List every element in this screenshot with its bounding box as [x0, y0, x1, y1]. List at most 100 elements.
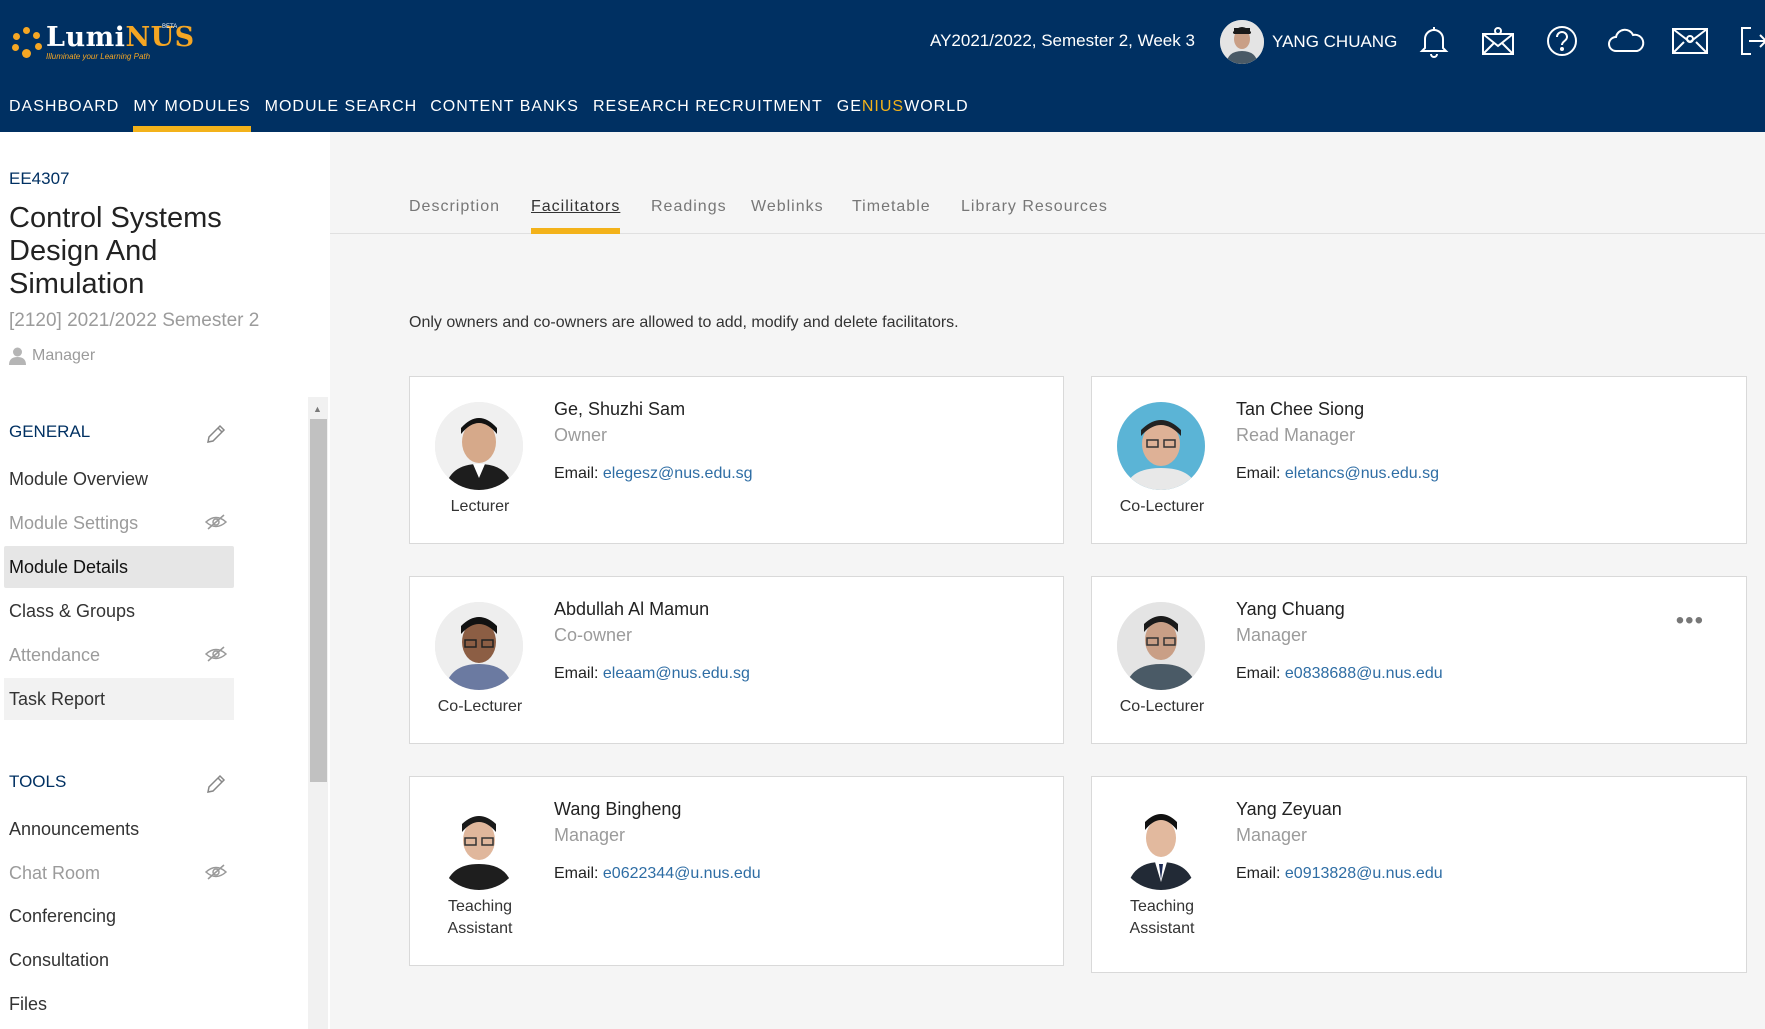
module-sidebar: EE4307 Control Systems Design And Simula…: [0, 132, 330, 1029]
facilitator-title-line-1: Teaching: [1129, 898, 1195, 915]
top-bar: LumiNUS Illuminate your Learning Path BE…: [0, 0, 1765, 132]
facilitator-name: Ge, Shuzhi Sam: [554, 399, 686, 419]
nav-geniusworld[interactable]: GENIUSWORLD: [837, 96, 969, 132]
tab-readings[interactable]: Readings: [651, 198, 727, 234]
email-label: Email:: [554, 465, 599, 482]
sidebar-item-attendance[interactable]: Attendance: [4, 634, 234, 676]
sidebar-item-conferencing[interactable]: Conferencing: [4, 895, 234, 937]
facilitator-card: Teaching Assistant Yang Zeyuan Manager E…: [1091, 776, 1747, 973]
sidebar-item-module-settings[interactable]: Module Settings: [4, 502, 234, 544]
facilitator-photo: [435, 802, 523, 890]
sidebar-item-announcements[interactable]: Announcements: [4, 808, 234, 850]
email-link[interactable]: eletancs@nus.edu.sg: [1285, 465, 1439, 482]
mail-notification-icon[interactable]: [1479, 22, 1517, 60]
module-role-label: Manager: [32, 347, 96, 364]
email-link[interactable]: eleaam@nus.edu.sg: [603, 665, 750, 682]
facilitator-email: Email: eletancs@nus.edu.sg: [1236, 465, 1439, 483]
tab-description[interactable]: Description: [409, 198, 500, 234]
facilitator-title: Co-Lecturer: [1119, 698, 1205, 715]
email-label: Email:: [1236, 865, 1281, 882]
facilitator-title: Co-Lecturer: [1119, 498, 1205, 515]
facilitator-role: Owner: [554, 425, 608, 445]
facilitator-role: Manager: [1236, 625, 1308, 645]
hidden-eye-icon[interactable]: [204, 645, 228, 668]
more-options-icon[interactable]: •••: [1676, 607, 1704, 635]
logo-beta-badge: BETA: [162, 24, 178, 30]
avatar: [1220, 20, 1264, 64]
nav-module-search[interactable]: MODULE SEARCH: [265, 96, 418, 132]
edit-tools-pencil-icon[interactable]: [205, 773, 227, 800]
facilitator-name: Wang Bingheng: [554, 799, 682, 819]
facilitator-role: Manager: [554, 825, 626, 845]
bell-icon[interactable]: [1415, 22, 1453, 60]
nav-geniusworld-highlight: NIUS: [861, 98, 905, 115]
email-link[interactable]: e0622344@u.nus.edu: [603, 865, 761, 882]
module-code: EE4307: [9, 169, 70, 188]
facilitator-card: Lecturer Ge, Shuzhi Sam Owner Email: ele…: [409, 376, 1064, 544]
user-menu[interactable]: YANG CHUANG: [1220, 20, 1397, 64]
facilitator-card: Co-Lecturer Tan Chee Siong Read Manager …: [1091, 376, 1747, 544]
facilitator-title-line-1: Teaching: [447, 898, 513, 915]
sidebar-item-class-groups[interactable]: Class & Groups: [4, 590, 234, 632]
facilitator-title-line-2: Assistant: [447, 920, 513, 937]
current-term: AY2021/2022, Semester 2, Week 3: [930, 31, 1195, 50]
facilitator-photo: [435, 402, 523, 490]
sidebar-item-module-overview[interactable]: Module Overview: [4, 458, 234, 500]
sidebar-item-chat-room[interactable]: Chat Room: [4, 852, 234, 894]
email-at-icon[interactable]: [1671, 22, 1709, 60]
nav-content-banks[interactable]: CONTENT BANKS: [430, 96, 579, 132]
facilitator-title-line-2: Assistant: [1129, 920, 1195, 937]
facilitator-card: Co-Lecturer Abdullah Al Mamun Co-owner E…: [409, 576, 1064, 744]
sidebar-item-task-report[interactable]: Task Report: [4, 678, 234, 720]
facilitator-email: Email: eleaam@nus.edu.sg: [554, 665, 750, 683]
nav-geniusworld-part: WORLD: [904, 98, 969, 115]
module-tabs: Description Facilitators Readings Weblin…: [330, 132, 1765, 234]
tab-weblinks[interactable]: Weblinks: [751, 198, 824, 234]
luminus-logo[interactable]: LumiNUS Illuminate your Learning Path BE…: [12, 20, 195, 64]
logo-sun-icon: [12, 27, 42, 58]
logo-text-nus: NUS: [125, 21, 195, 53]
module-term: [2120] 2021/2022 Semester 2: [9, 310, 260, 331]
facilitator-name: Tan Chee Siong: [1236, 399, 1365, 419]
tab-timetable[interactable]: Timetable: [852, 198, 931, 234]
main-nav: DASHBOARD MY MODULES MODULE SEARCH CONTE…: [0, 96, 985, 132]
email-label: Email:: [1236, 665, 1281, 682]
user-icon: [9, 347, 26, 365]
facilitator-email: Email: e0913828@u.nus.edu: [1236, 865, 1443, 883]
cloud-icon[interactable]: [1607, 22, 1645, 60]
logout-icon[interactable]: [1735, 22, 1765, 60]
logo-text: Lumi: [46, 21, 126, 53]
sidebar-scrollbar-thumb[interactable]: [310, 419, 327, 782]
email-link[interactable]: elegesz@nus.edu.sg: [603, 465, 753, 482]
main-content: Description Facilitators Readings Weblin…: [330, 132, 1765, 1029]
sidebar-item-files[interactable]: Files: [4, 983, 234, 1025]
sidebar-item-module-details[interactable]: Module Details: [4, 546, 234, 588]
email-label: Email:: [1236, 465, 1281, 482]
hidden-eye-icon[interactable]: [204, 513, 228, 536]
nav-dashboard[interactable]: DASHBOARD: [9, 96, 119, 132]
nav-research-recruitment[interactable]: RESEARCH RECRUITMENT: [593, 96, 823, 132]
hidden-eye-icon[interactable]: [204, 863, 228, 886]
scroll-up-arrow-icon[interactable]: ▲: [313, 404, 322, 414]
facilitator-card: Co-Lecturer Yang Chuang Manager Email: e…: [1091, 576, 1747, 744]
edit-general-pencil-icon[interactable]: [205, 423, 227, 450]
email-link[interactable]: e0913828@u.nus.edu: [1285, 865, 1443, 882]
nav-my-modules[interactable]: MY MODULES: [133, 96, 251, 132]
tab-facilitators[interactable]: Facilitators: [531, 198, 621, 234]
facilitator-email: Email: e0622344@u.nus.edu: [554, 865, 761, 883]
logo-tagline: Illuminate your Learning Path: [46, 51, 151, 61]
facilitator-name: Abdullah Al Mamun: [554, 599, 710, 619]
facilitator-email: Email: e0838688@u.nus.edu: [1236, 665, 1443, 683]
tab-library-resources[interactable]: Library Resources: [961, 198, 1108, 234]
facilitator-photo: [1117, 402, 1205, 490]
facilitator-title: Lecturer: [450, 498, 510, 515]
facilitator-photo: [1117, 602, 1205, 690]
module-title: Control Systems Design And Simulation: [9, 202, 222, 300]
email-label: Email:: [554, 865, 599, 882]
facilitator-permission-notice: Only owners and co-owners are allowed to…: [409, 314, 959, 331]
help-icon[interactable]: [1543, 22, 1581, 60]
email-link[interactable]: e0838688@u.nus.edu: [1285, 665, 1443, 682]
sidebar-item-consultation[interactable]: Consultation: [4, 939, 234, 981]
facilitator-role: Read Manager: [1236, 425, 1356, 445]
facilitator-photo: [435, 602, 523, 690]
